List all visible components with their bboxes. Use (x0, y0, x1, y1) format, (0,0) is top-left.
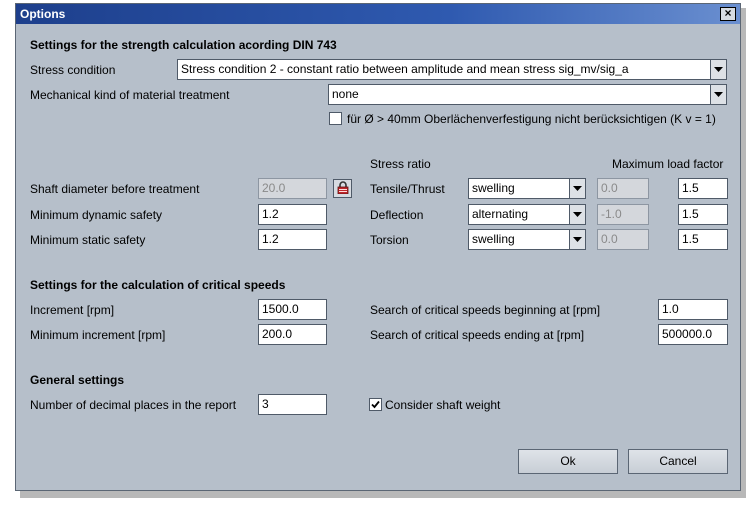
material-treatment-label: Mechanical kind of material treatment (30, 88, 230, 102)
chevron-down-icon[interactable] (569, 179, 585, 198)
material-treatment-select[interactable]: none (328, 84, 727, 105)
shaft-diameter-input[interactable]: 20.0 (258, 178, 327, 199)
chevron-down-icon[interactable] (710, 85, 726, 104)
search-begin-label: Search of critical speeds beginning at [… (370, 303, 601, 317)
search-begin-input[interactable]: 1.0 (658, 299, 728, 320)
load-factor-input[interactable]: 1.5 (678, 178, 728, 199)
stress-condition-select[interactable]: Stress condition 2 - constant ratio betw… (177, 59, 727, 80)
chevron-down-icon[interactable] (569, 205, 585, 224)
load-factor-input[interactable]: 1.5 (678, 229, 728, 250)
check-icon (371, 400, 380, 409)
stress-ratio-type-value: swelling (472, 181, 515, 195)
shaft-weight-checkbox[interactable] (369, 398, 382, 411)
chevron-down-icon[interactable] (569, 230, 585, 249)
stress-row-label: Deflection (370, 208, 424, 222)
critical-speeds-heading: Settings for the calculation of critical… (30, 278, 286, 292)
surface-hardening-checkbox[interactable] (329, 112, 342, 125)
options-dialog: Options × Settings for the strength calc… (15, 3, 741, 491)
stress-row-label: Torsion (370, 233, 409, 247)
min-increment-label: Minimum increment [rpm] (30, 328, 166, 342)
stress-ratio-header: Stress ratio (370, 157, 431, 171)
stress-ratio-type-value: alternating (472, 207, 529, 221)
stress-row-label: Tensile/Thrust (370, 182, 445, 196)
stress-ratio-value-input[interactable]: 0.0 (597, 229, 649, 250)
search-end-input[interactable]: 500000.0 (658, 324, 728, 345)
min-dynamic-safety-label: Minimum dynamic safety (30, 208, 163, 222)
stress-condition-value: Stress condition 2 - constant ratio betw… (181, 62, 629, 76)
lock-icon (337, 180, 349, 197)
close-button[interactable]: × (720, 7, 736, 21)
increment-label: Increment [rpm] (30, 303, 115, 317)
general-settings-heading: General settings (30, 373, 125, 387)
min-static-safety-input[interactable]: 1.2 (258, 229, 327, 250)
min-static-safety-label: Minimum static safety (30, 233, 146, 247)
load-factor-input[interactable]: 1.5 (678, 204, 728, 225)
material-treatment-value: none (332, 87, 359, 101)
stress-ratio-type-select[interactable]: alternating (468, 204, 586, 225)
close-icon: × (724, 6, 732, 20)
search-end-label: Search of critical speeds ending at [rpm… (370, 328, 585, 342)
cancel-button[interactable]: Cancel (628, 449, 728, 474)
decimal-places-label: Number of decimal places in the report (30, 398, 237, 412)
min-dynamic-safety-input[interactable]: 1.2 (258, 204, 327, 225)
stress-ratio-value-input[interactable]: 0.0 (597, 178, 649, 199)
surface-hardening-label: für Ø > 40mm Oberlächenverfestigung nich… (347, 112, 716, 126)
stress-ratio-type-select[interactable]: swelling (468, 178, 586, 199)
max-load-factor-header: Maximum load factor (612, 157, 724, 171)
stress-ratio-type-value: swelling (472, 232, 515, 246)
min-increment-input[interactable]: 200.0 (258, 324, 327, 345)
ok-button[interactable]: Ok (518, 449, 618, 474)
shaft-diameter-label: Shaft diameter before treatment (30, 182, 200, 196)
decimal-places-input[interactable]: 3 (258, 394, 327, 415)
stress-ratio-type-select[interactable]: swelling (468, 229, 586, 250)
stress-condition-label: Stress condition (30, 63, 116, 77)
increment-input[interactable]: 1500.0 (258, 299, 327, 320)
stress-ratio-value-input[interactable]: -1.0 (597, 204, 649, 225)
chevron-down-icon[interactable] (710, 60, 726, 79)
title-bar[interactable]: Options × (16, 4, 740, 24)
shaft-weight-label: Consider shaft weight (385, 398, 501, 412)
strength-section-heading: Settings for the strength calculation ac… (30, 38, 337, 52)
lock-button[interactable] (333, 179, 352, 198)
window-title: Options (20, 7, 66, 21)
